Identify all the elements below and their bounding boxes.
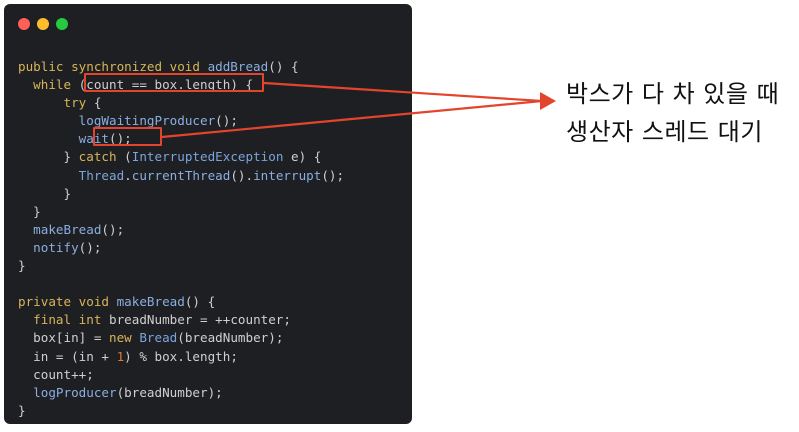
arrow-line-upper bbox=[262, 81, 544, 103]
annotation-text-line2: 생산자 스레드 대기 bbox=[566, 118, 763, 146]
annotation-arrows bbox=[160, 81, 556, 139]
arrow-line-lower bbox=[160, 99, 544, 139]
annotation-text-line1: 박스가 다 차 있을 때 bbox=[566, 80, 780, 108]
arrowhead-icon bbox=[540, 92, 556, 110]
